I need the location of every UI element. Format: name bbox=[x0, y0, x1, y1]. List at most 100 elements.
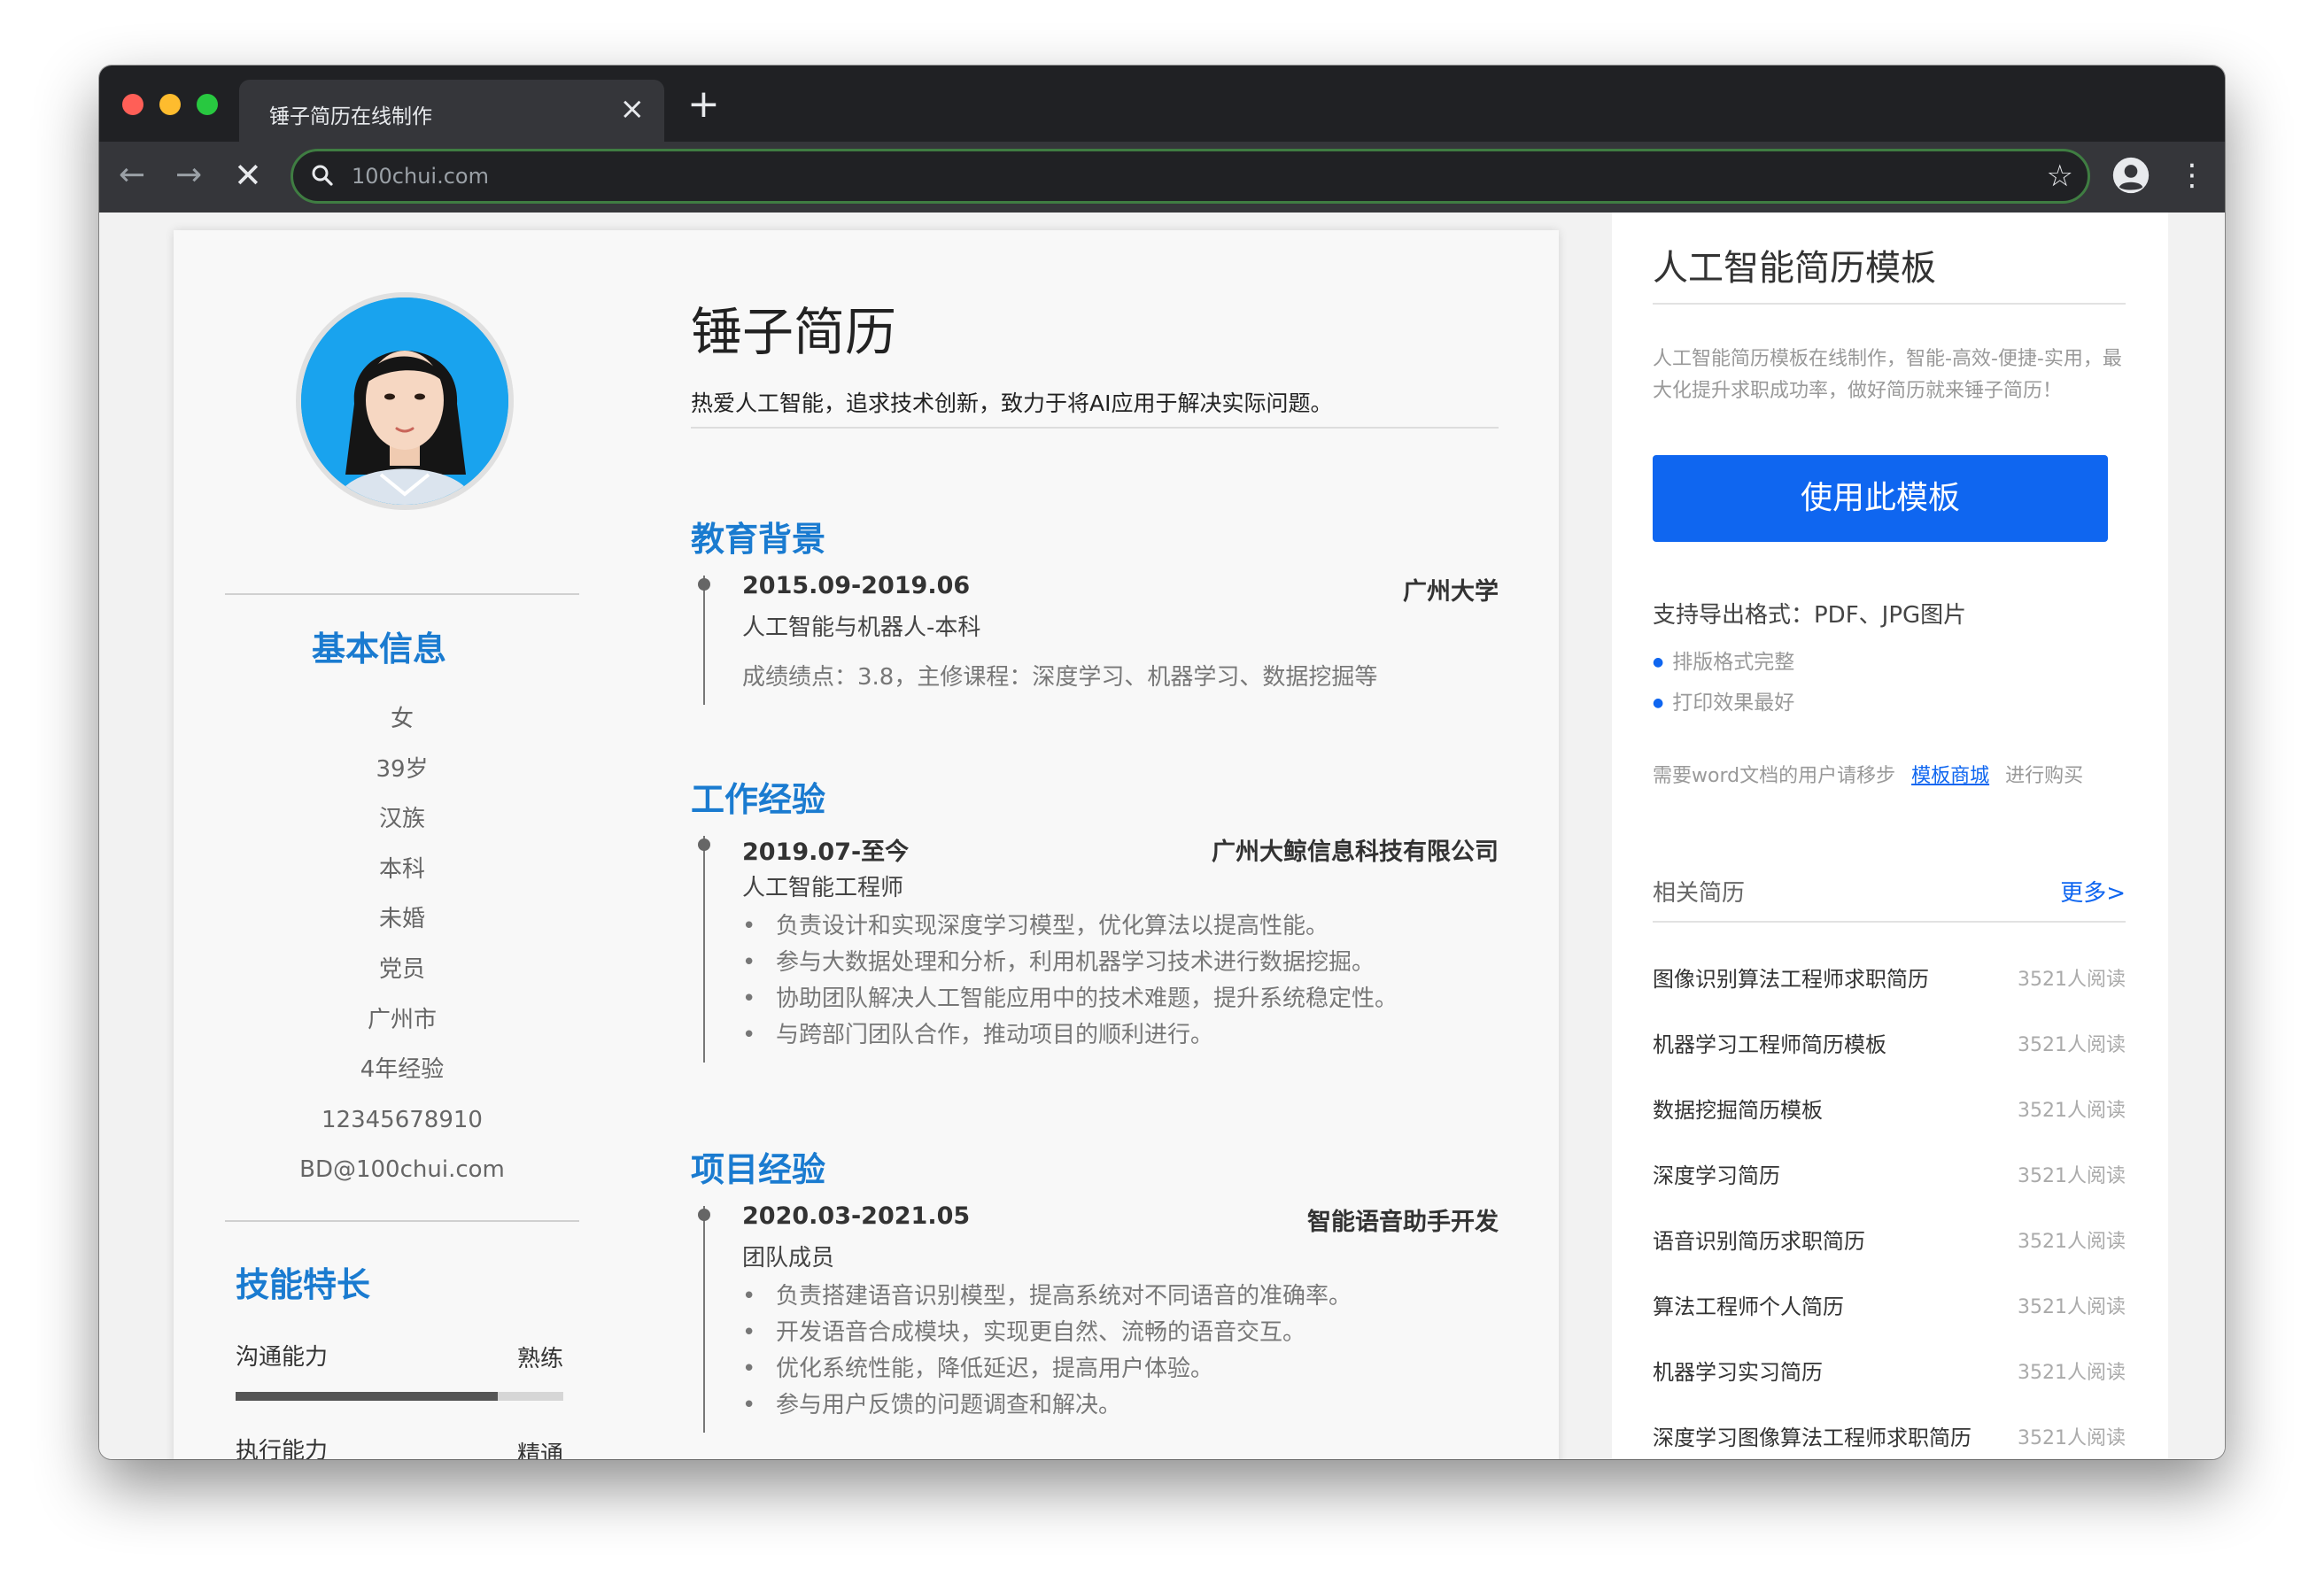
browser-tab-active[interactable]: 锤子简历在线制作 × bbox=[239, 80, 664, 142]
tab-title: 锤子简历在线制作 bbox=[269, 105, 432, 128]
related-item[interactable]: 数据挖掘简历模板 3521人阅读 bbox=[1653, 1093, 2126, 1158]
skill-level: 精通 bbox=[516, 1441, 563, 1459]
timeline-dot bbox=[698, 839, 710, 851]
education-heading: 教育背景 bbox=[691, 520, 826, 559]
panel-divider bbox=[1653, 921, 2126, 923]
profile-icon[interactable] bbox=[2111, 156, 2150, 195]
related-name[interactable]: 图像识别算法工程师求职简历 bbox=[1653, 962, 1929, 993]
related-item[interactable]: 机器学习工程师简历模板 3521人阅读 bbox=[1653, 1027, 2126, 1093]
related-reads: 3521人阅读 bbox=[2018, 1165, 2126, 1187]
back-arrow-icon[interactable]: ← bbox=[119, 158, 145, 193]
work-heading: 工作经验 bbox=[691, 780, 826, 819]
maximize-window-button[interactable] bbox=[197, 94, 218, 115]
related-name[interactable]: 机器学习工程师简历模板 bbox=[1653, 1027, 1886, 1058]
skill-name: 执行能力 bbox=[236, 1438, 329, 1459]
list-item: 开发语音合成模块，实现更自然、流畅的语音交互。 bbox=[742, 1315, 1352, 1351]
close-window-button[interactable] bbox=[122, 94, 143, 115]
resume-name: 锤子简历 bbox=[691, 302, 897, 362]
basic-info-heading: 基本信息 bbox=[312, 630, 447, 668]
url-text[interactable]: 100chui.com bbox=[352, 164, 489, 189]
project-bullets: 负责搭建语音识别模型，提高系统对不同语音的准确率。 开发语音合成模块，实现更自然… bbox=[742, 1279, 1352, 1424]
list-item: 与跨部门团队合作，推动项目的顺利进行。 bbox=[742, 1017, 1398, 1054]
timeline-dot bbox=[698, 578, 710, 591]
search-icon bbox=[312, 165, 333, 186]
skill-level: 熟练 bbox=[516, 1346, 563, 1372]
browser-menu-icon[interactable]: ⋮ bbox=[2177, 154, 2207, 197]
web-page: 基本信息 女 39岁 汉族 本科 未婚 党员 广州市 4年经验 12345678… bbox=[99, 213, 2225, 1459]
related-name[interactable]: 深度学习图像算法工程师求职简历 bbox=[1653, 1420, 1972, 1451]
education-description: 成绩绩点：3.8，主修课程：深度学习、机器学习、数据挖掘等 bbox=[742, 664, 1378, 691]
timeline-line bbox=[703, 1206, 705, 1433]
stop-loading-icon[interactable]: ✕ bbox=[234, 158, 262, 193]
panel-title: 人工智能简历模板 bbox=[1653, 248, 1936, 289]
panel-description: 人工智能简历模板在线制作，智能-高效-便捷-实用，最大化提升求职成功率，做好简历… bbox=[1653, 348, 2122, 402]
more-link[interactable]: 更多> bbox=[2060, 875, 2126, 908]
feature-item: 排版格式完整 bbox=[1653, 645, 1794, 675]
project-role: 团队成员 bbox=[742, 1245, 835, 1271]
info-political: 党员 bbox=[378, 955, 425, 983]
related-reads: 3521人阅读 bbox=[2018, 969, 2126, 991]
feature-item: 打印效果最好 bbox=[1653, 685, 1794, 715]
related-name[interactable]: 机器学习实习简历 bbox=[1653, 1355, 1823, 1386]
info-email: BD@100chui.com bbox=[299, 1156, 505, 1184]
related-reads: 3521人阅读 bbox=[2018, 1427, 2126, 1449]
related-item[interactable]: 图像识别算法工程师求职简历 3521人阅读 bbox=[1653, 962, 2126, 1027]
list-item: 优化系统性能，降低延迟，提高用户体验。 bbox=[742, 1351, 1352, 1387]
related-reads: 3521人阅读 bbox=[2018, 1296, 2126, 1318]
window-controls bbox=[122, 94, 218, 115]
basic-info-list: 女 39岁 汉族 本科 未婚 党员 广州市 4年经验 12345678910 B… bbox=[225, 694, 579, 1195]
tab-close-icon[interactable]: × bbox=[620, 92, 646, 126]
related-item[interactable]: 语音识别简历求职简历 3521人阅读 bbox=[1653, 1224, 2126, 1289]
skill-name: 沟通能力 bbox=[236, 1344, 329, 1371]
sidebar-divider bbox=[225, 1220, 579, 1222]
info-phone: 12345678910 bbox=[321, 1106, 483, 1133]
browser-window: 锤子简历在线制作 × + ← → ✕ 100chui.com ☆ ⋮ 基本信息 … bbox=[99, 66, 2225, 1459]
forward-arrow-icon[interactable]: → bbox=[175, 158, 202, 193]
related-item[interactable]: 机器学习实习简历 3521人阅读 bbox=[1653, 1355, 2126, 1420]
sidebar-divider bbox=[225, 593, 579, 595]
related-reads: 3521人阅读 bbox=[2018, 1362, 2126, 1384]
info-gender: 女 bbox=[390, 706, 414, 732]
education-major: 人工智能与机器人-本科 bbox=[742, 614, 981, 641]
education-date: 2015.09-2019.06 bbox=[742, 572, 971, 599]
list-item: 参与大数据处理和分析，利用机器学习技术进行数据挖掘。 bbox=[742, 945, 1398, 981]
template-panel: 人工智能简历模板 人工智能简历模板在线制作，智能-高效-便捷-实用，最大化提升求… bbox=[1612, 213, 2168, 1459]
list-item: 参与用户反馈的问题调查和解决。 bbox=[742, 1387, 1352, 1424]
info-city: 广州市 bbox=[367, 1006, 437, 1033]
bookmark-star-icon[interactable]: ☆ bbox=[2047, 157, 2073, 196]
related-heading: 相关简历 bbox=[1653, 880, 1746, 907]
related-item[interactable]: 算法工程师个人简历 3521人阅读 bbox=[1653, 1289, 2126, 1355]
info-age: 39岁 bbox=[376, 755, 429, 783]
new-tab-button[interactable]: + bbox=[687, 85, 720, 124]
use-template-button[interactable]: 使用此模板 bbox=[1653, 455, 2108, 542]
timeline-dot bbox=[698, 1209, 710, 1221]
word-note-suffix: 进行购买 bbox=[2005, 765, 2084, 787]
minimize-window-button[interactable] bbox=[159, 94, 181, 115]
work-date: 2019.07-至今 bbox=[742, 839, 910, 866]
education-school: 广州大学 bbox=[1403, 578, 1499, 606]
browser-toolbar: ← → ✕ 100chui.com ☆ ⋮ bbox=[99, 142, 2225, 213]
related-item[interactable]: 深度学习简历 3521人阅读 bbox=[1653, 1158, 2126, 1224]
skill-bar bbox=[236, 1392, 563, 1401]
timeline-line bbox=[703, 576, 705, 705]
related-name[interactable]: 语音识别简历求职简历 bbox=[1653, 1224, 1865, 1255]
resume-preview: 基本信息 女 39岁 汉族 本科 未婚 党员 广州市 4年经验 12345678… bbox=[174, 230, 1559, 1459]
related-name[interactable]: 数据挖掘简历模板 bbox=[1653, 1093, 1823, 1124]
address-bar[interactable]: 100chui.com ☆ bbox=[290, 149, 2090, 204]
related-list: 图像识别算法工程师求职简历 3521人阅读 机器学习工程师简历模板 3521人阅读 … bbox=[1653, 962, 2126, 1459]
avatar-portrait bbox=[301, 298, 508, 505]
related-name[interactable]: 深度学习简历 bbox=[1653, 1158, 1780, 1189]
related-item[interactable]: 深度学习图像算法工程师求职简历 3521人阅读 bbox=[1653, 1420, 2126, 1459]
skill-bar-fill bbox=[236, 1392, 498, 1401]
template-store-link[interactable]: 模板商城 bbox=[1911, 765, 1989, 787]
word-note: 需要word文档的用户请移步 模板商城 进行购买 bbox=[1653, 760, 2083, 788]
header-divider bbox=[691, 427, 1499, 429]
info-marital: 未婚 bbox=[378, 906, 425, 933]
project-heading: 项目经验 bbox=[691, 1150, 826, 1189]
info-experience: 4年经验 bbox=[360, 1056, 445, 1084]
list-item: 负责设计和实现深度学习模型，优化算法以提高性能。 bbox=[742, 908, 1398, 945]
avatar bbox=[296, 292, 514, 510]
project-name: 智能语音助手开发 bbox=[1307, 1209, 1499, 1236]
related-name[interactable]: 算法工程师个人简历 bbox=[1653, 1289, 1844, 1320]
tab-bar: 锤子简历在线制作 × + bbox=[99, 66, 2225, 142]
